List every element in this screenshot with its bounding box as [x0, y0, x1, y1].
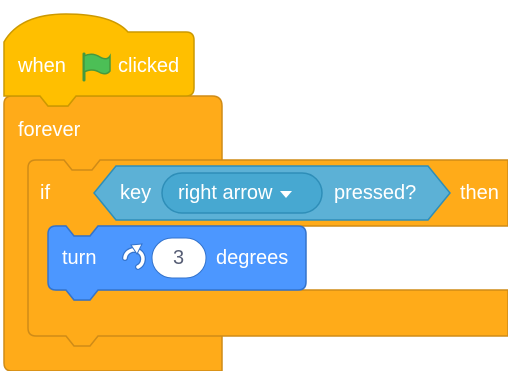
degrees-label: degrees — [216, 247, 289, 269]
degrees-input[interactable]: 3 — [173, 246, 184, 270]
script-workspace[interactable]: when clicked forever if then key right a… — [0, 0, 508, 371]
pressed-label: pressed? — [334, 182, 417, 204]
clicked-label: clicked — [118, 55, 180, 77]
if-label: if — [40, 182, 50, 204]
dropdown-caret-icon — [280, 190, 293, 198]
then-label: then — [460, 182, 499, 204]
when-label: when — [18, 55, 66, 77]
key-dropdown[interactable]: right arrow — [178, 181, 293, 205]
turn-label: turn — [62, 247, 97, 269]
key-label: key — [120, 182, 152, 204]
forever-label: forever — [18, 119, 81, 141]
key-dropdown-value: right arrow — [178, 182, 273, 204]
